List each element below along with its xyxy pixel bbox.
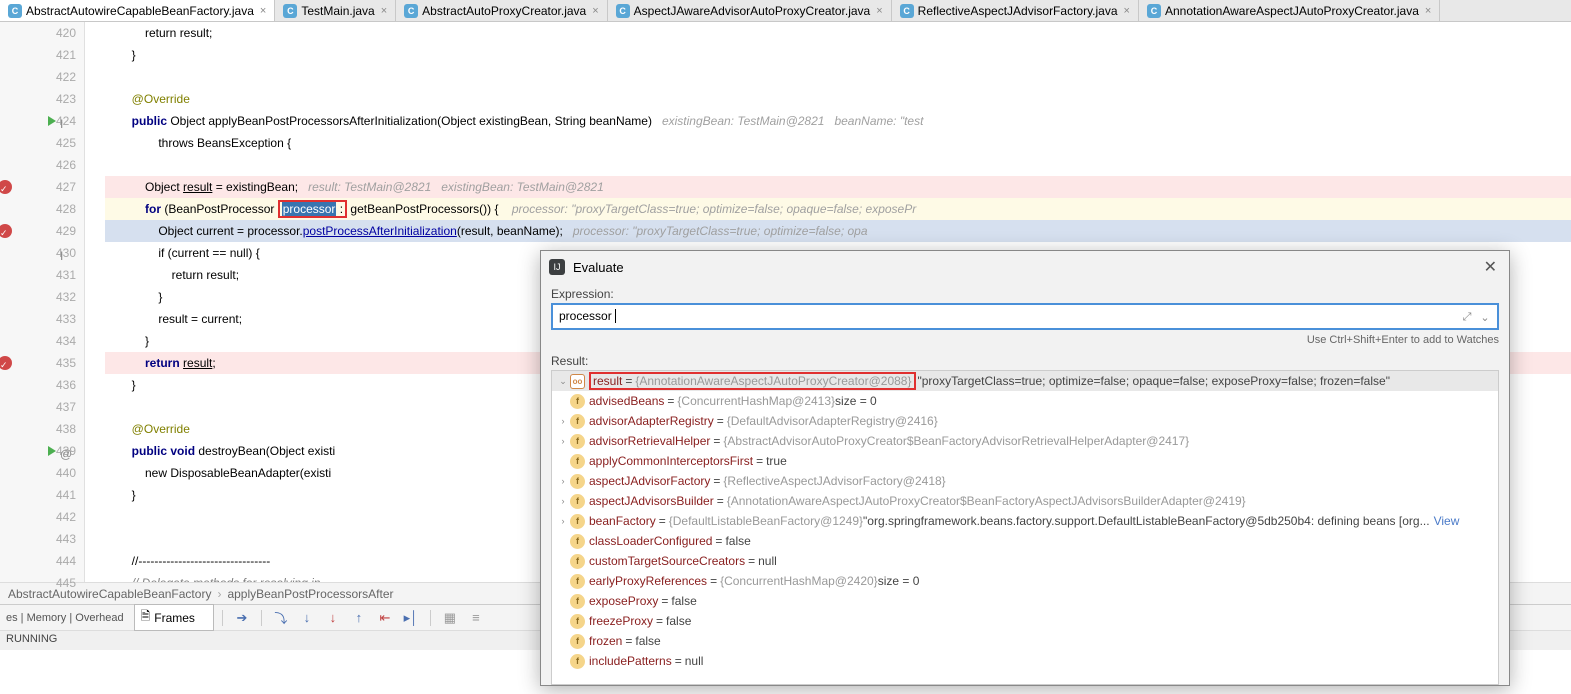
field-icon: f [570,474,585,489]
expand-icon[interactable]: ⤢ [1459,309,1475,325]
code-line[interactable]: for (BeanPostProcessor processor : getBe… [105,198,1571,220]
close-tab-icon[interactable]: × [1425,5,1431,17]
history-dropdown-icon[interactable]: ⌄ [1477,309,1493,325]
run-gutter-icon[interactable] [48,116,56,126]
breakpoint-icon[interactable] [0,356,12,370]
tree-field-customTargetSourceCreators[interactable]: fcustomTargetSourceCreators=null [552,551,1498,571]
breakpoint-icon[interactable] [0,224,12,238]
field-icon: f [570,434,585,449]
field-icon: f [570,574,585,589]
tree-field-classLoaderConfigured[interactable]: fclassLoaderConfigured=false [552,531,1498,551]
field-icon: f [570,514,585,529]
tab-testmain[interactable]: CTestMain.java× [275,0,396,21]
drop-frame-icon[interactable]: ⇤ [374,607,396,629]
tree-field-applyCommonInterceptorsFirst[interactable]: fapplyCommonInterceptorsFirst=true [552,451,1498,471]
field-icon: f [570,634,585,649]
close-tab-icon[interactable]: × [381,5,387,17]
trace-icon[interactable]: ≡ [465,607,487,629]
field-icon: f [570,534,585,549]
evaluate-dialog: IJ Evaluate ✕ Expression: processor ⤢ ⌄ … [540,250,1510,686]
step-over-icon[interactable]: ⤵ [270,607,292,629]
java-class-icon: C [404,4,418,18]
result-tree[interactable]: ⌄ooresult={AnnotationAwareAspectJAutoPro… [551,370,1499,685]
field-icon: f [570,494,585,509]
breakpoint-icon[interactable] [0,180,12,194]
step-into-icon[interactable]: ↓ [296,607,318,629]
tree-field-aspectJAdvisorsBuilder[interactable]: ›faspectJAdvisorsBuilder={AnnotationAwar… [552,491,1498,511]
tab-abstractautoproxycreator[interactable]: CAbstractAutoProxyCreator.java× [396,0,608,21]
frames-dropdown[interactable]: 🗎Frames [134,604,214,631]
tree-field-beanFactory[interactable]: ›fbeanFactory={DefaultListableBeanFactor… [552,511,1498,531]
tree-field-exposeProxy[interactable]: fexposeProxy=false [552,591,1498,611]
tree-root[interactable]: ⌄ooresult={AnnotationAwareAspectJAutoPro… [552,371,1498,391]
tree-field-earlyProxyReferences[interactable]: fearlyProxyReferences={ConcurrentHashMap… [552,571,1498,591]
view-link[interactable]: View [1434,514,1460,528]
result-label: Result: [551,354,1499,368]
expression-input[interactable]: processor ⤢ ⌄ [551,303,1499,330]
field-icon: f [570,394,585,409]
evaluate-icon[interactable]: ▦ [439,607,461,629]
run-to-cursor-icon[interactable]: ▸│ [400,607,422,629]
dialog-title: Evaluate [573,260,1480,275]
crumb-method[interactable]: applyBeanPostProcessorsAfter [211,587,393,601]
tab-annotationawareaspectjautoproxycreator[interactable]: CAnnotationAwareAspectJAutoProxyCreator.… [1139,0,1440,21]
tree-field-freezeProxy[interactable]: ffreezeProxy=false [552,611,1498,631]
tree-field-frozen[interactable]: ffrozen=false [552,631,1498,651]
java-class-icon: C [8,4,22,18]
object-icon: oo [570,374,585,389]
code-line[interactable]: throws BeansException { [105,132,1571,154]
close-tab-icon[interactable]: × [592,5,598,17]
java-class-icon: C [616,4,630,18]
dialog-icon: IJ [549,259,565,275]
tree-field-advisorAdapterRegistry[interactable]: ›fadvisorAdapterRegistry={DefaultAdvisor… [552,411,1498,431]
code-line[interactable]: Object current = processor.postProcessAf… [105,220,1571,242]
show-exec-point-icon[interactable]: ➔ [231,607,253,629]
tree-field-advisorRetrievalHelper[interactable]: ›fadvisorRetrievalHelper={AbstractAdviso… [552,431,1498,451]
code-line[interactable] [105,66,1571,88]
editor-tabs: CAbstractAutowireCapableBeanFactory.java… [0,0,1571,22]
code-line[interactable] [105,154,1571,176]
java-class-icon: C [1147,4,1161,18]
tree-field-advisedBeans[interactable]: fadvisedBeans={ConcurrentHashMap@2413} s… [552,391,1498,411]
code-line[interactable]: Object result = existingBean; result: Te… [105,176,1571,198]
tree-field-aspectJAdvisorFactory[interactable]: ›faspectJAdvisorFactory={ReflectiveAspec… [552,471,1498,491]
tab-aspectjawareadvisorautoproxycreator[interactable]: CAspectJAwareAdvisorAutoProxyCreator.jav… [608,0,892,21]
code-line[interactable]: public Object applyBeanPostProcessorsAft… [105,110,1571,132]
field-icon: f [570,554,585,569]
close-tab-icon[interactable]: × [260,5,266,17]
close-icon[interactable]: ✕ [1480,257,1501,277]
code-line[interactable]: } [105,44,1571,66]
code-line[interactable]: @Override [105,88,1571,110]
tree-field-includePatterns[interactable]: fincludePatterns=null [552,651,1498,671]
hint-text: Use Ctrl+Shift+Enter to add to Watches [551,334,1499,346]
debug-tabs-label[interactable]: es | Memory | Overhead [6,612,124,624]
expression-label: Expression: [551,287,1499,301]
step-out-icon[interactable]: ↑ [348,607,370,629]
tab-reflectiveaspectjadvisorfactory[interactable]: CReflectiveAspectJAdvisorFactory.java× [892,0,1139,21]
close-tab-icon[interactable]: × [1124,5,1130,17]
gutter: 420421422423424I425426427428429430I43143… [0,22,85,582]
code-line[interactable]: return result; [105,22,1571,44]
java-class-icon: C [283,4,297,18]
java-class-icon: C [900,4,914,18]
field-icon: f [570,614,585,629]
force-step-into-icon[interactable]: ↓ [322,607,344,629]
run-gutter-icon[interactable] [48,446,56,456]
field-icon: f [570,454,585,469]
field-icon: f [570,594,585,609]
field-icon: f [570,654,585,669]
tab-abstractautowirecapablebeanfactory[interactable]: CAbstractAutowireCapableBeanFactory.java… [0,0,275,21]
close-tab-icon[interactable]: × [876,5,882,17]
dialog-titlebar[interactable]: IJ Evaluate ✕ [541,251,1509,283]
field-icon: f [570,414,585,429]
